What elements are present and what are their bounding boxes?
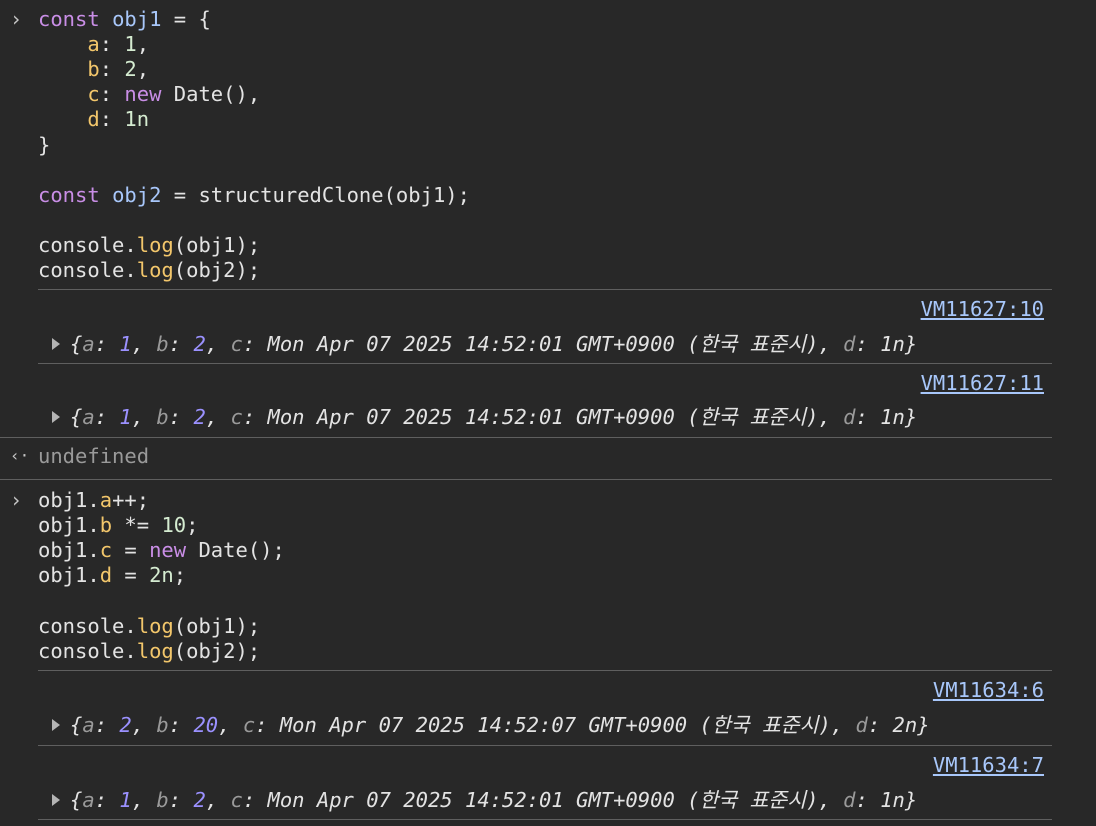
separator (38, 670, 1052, 671)
code-line: b: 2, (87, 57, 150, 82)
code-line: obj1.c = new Date(); (38, 538, 285, 563)
separator (38, 363, 1052, 364)
code-line: console.log(obj1); (38, 613, 261, 638)
return-value-icon: ‹· (10, 446, 30, 465)
log-output-object[interactable]: {a: 1, b: 2, c: Mon Apr 07 2025 14:52:01… (52, 400, 917, 430)
devtools-console: › const obj1 = { a: 1, b: 2, c: new Date… (0, 0, 1096, 826)
code-line: a: 1, (87, 32, 150, 57)
expand-triangle-icon[interactable] (52, 794, 60, 806)
log-output-object[interactable]: {a: 1, b: 2, c: Mon Apr 07 2025 14:52:01… (52, 783, 917, 813)
input-prompt-icon: › (10, 7, 23, 31)
code-line: const obj1 = { (38, 7, 211, 31)
code-line: obj1.b *= 10; (38, 513, 199, 538)
input-prompt-icon: › (10, 488, 23, 512)
source-link[interactable]: VM11634:6 (933, 678, 1044, 702)
code-line: } (38, 132, 51, 157)
source-link[interactable]: VM11627:10 (921, 297, 1044, 321)
separator (38, 289, 1052, 290)
code-line: c: new Date(), (87, 82, 261, 107)
return-value: undefined (38, 444, 150, 468)
separator (0, 479, 1052, 480)
code-line: obj1.d = 2n; (38, 563, 187, 588)
code-line: const obj2 = structuredClone(obj1); (38, 182, 470, 207)
code-line: console.log(obj2); (38, 638, 261, 663)
separator (38, 745, 1052, 746)
log-output-object[interactable]: {a: 1, b: 2, c: Mon Apr 07 2025 14:52:01… (52, 327, 917, 357)
code-line: obj1.a++; (38, 488, 150, 512)
code-line: d: 1n (87, 107, 150, 132)
expand-triangle-icon[interactable] (52, 338, 60, 350)
expand-triangle-icon[interactable] (52, 411, 60, 423)
code-line: console.log(obj2); (38, 258, 261, 282)
source-link[interactable]: VM11627:11 (921, 371, 1044, 395)
separator (38, 819, 1052, 820)
log-output-object[interactable]: {a: 2, b: 20, c: Mon Apr 07 2025 14:52:0… (52, 708, 930, 738)
source-link[interactable]: VM11634:7 (933, 753, 1044, 777)
separator (0, 437, 1052, 438)
expand-triangle-icon[interactable] (52, 719, 60, 731)
code-line: console.log(obj1); (38, 232, 261, 257)
